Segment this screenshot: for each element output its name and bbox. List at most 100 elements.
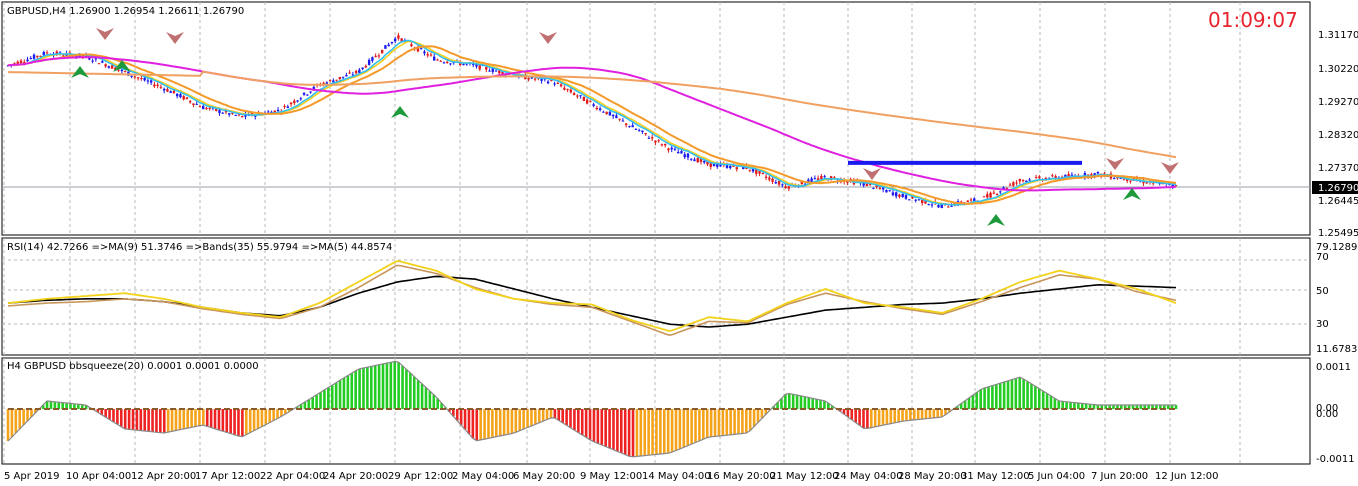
candle-body [595, 107, 599, 110]
candle-body [302, 92, 306, 95]
candle-body [221, 112, 224, 114]
candle-body [182, 96, 185, 100]
candle-body [585, 99, 589, 104]
candle-body [488, 70, 491, 72]
candle-body [110, 65, 114, 69]
current-price-label: 1.26790 [1318, 183, 1358, 194]
candle-body [729, 165, 732, 169]
candle-body [761, 172, 765, 174]
candle-body [156, 84, 159, 87]
time-tick: 17 Apr 12:00 [195, 471, 260, 482]
candle-body [45, 52, 49, 54]
candle-body [576, 95, 579, 97]
squeeze-tick: -0.0011 [1316, 454, 1355, 465]
candle-body [579, 95, 582, 97]
candle-body [986, 194, 989, 198]
candle-body [276, 109, 280, 112]
candle-body [768, 177, 771, 180]
rsi-tick: 30 [1316, 319, 1329, 330]
candle-body [634, 128, 638, 130]
candle-body [1112, 178, 1116, 180]
candle-body [787, 186, 791, 189]
candle-body [908, 199, 911, 201]
candle-body [624, 123, 628, 125]
candle-body [309, 91, 312, 93]
price-tick: 1.30220 [1318, 64, 1358, 75]
candle-body [693, 159, 696, 162]
time-tick: 12 Jun 12:00 [1155, 471, 1219, 482]
main-panel[interactable] [1, 1, 1311, 236]
candle-body [133, 76, 137, 78]
candle-body [393, 38, 397, 42]
candle-body [654, 140, 657, 143]
candle-body [159, 86, 163, 88]
candle-body [185, 97, 189, 100]
time-tick: 5 Jun 04:00 [1028, 471, 1085, 482]
candle-body [664, 143, 667, 146]
candle-body [1051, 175, 1054, 177]
candle-body [390, 42, 394, 44]
candle-body [29, 57, 32, 59]
candle-body [354, 70, 358, 74]
candle-body [296, 100, 299, 102]
candle-body [982, 196, 986, 198]
candle-body [898, 194, 901, 197]
candle-body [1008, 184, 1012, 186]
trading-chart[interactable]: GBPUSD,H4 1.26900 1.26954 1.26611 1.2679… [0, 0, 1358, 486]
time-tick: 7 Jun 20:00 [1091, 471, 1148, 482]
time-tick: 6 May 20:00 [513, 471, 575, 482]
rsi-tick: 11.6783 [1316, 344, 1357, 355]
candle-body [615, 115, 618, 119]
candle-body [621, 120, 625, 122]
candle-body [992, 192, 996, 194]
squeeze-axis: 0.0011 0.00 0.00 -0.0011 [1316, 362, 1355, 465]
time-tick: 29 Apr 12:00 [388, 471, 453, 482]
candle-body [930, 204, 934, 206]
candle-body [677, 151, 680, 154]
candle-body [380, 49, 384, 54]
candle-body [146, 80, 150, 82]
candle-body [602, 111, 605, 113]
candle-body [556, 82, 560, 84]
candle-body [950, 205, 953, 207]
candle-body [1028, 179, 1031, 181]
candle-body [94, 58, 98, 60]
candle-body [172, 90, 176, 93]
candle-body [947, 206, 950, 208]
candle-body [637, 130, 641, 132]
candle-body [335, 79, 338, 81]
candle-body [631, 125, 634, 128]
time-tick: 21 May 12:00 [770, 471, 839, 482]
candle-body [533, 78, 537, 80]
candle-body [140, 78, 143, 80]
candle-body [208, 107, 211, 109]
candle-body [328, 79, 332, 81]
candle-body [166, 89, 169, 92]
squeeze-header: H4 GBPUSD bbsqueeze(20) 0.0001 0.0001 0.… [7, 361, 259, 372]
time-tick: 9 May 12:00 [580, 471, 642, 482]
candle-body [338, 76, 342, 80]
candle-body [969, 199, 973, 201]
candle-body [130, 75, 133, 77]
candle-body [774, 182, 778, 184]
rsi-header: RSI(14) 42.7266 =>MA(9) 51.3746 =>Bands(… [7, 242, 392, 253]
candle-body [592, 104, 595, 106]
candle-body [341, 76, 345, 78]
candle-body [485, 66, 488, 70]
candle-body [228, 113, 231, 115]
candle-body [686, 153, 690, 158]
candle-body [1034, 177, 1038, 179]
candle-body [306, 94, 309, 96]
candle-body [914, 199, 917, 201]
candle-body [904, 195, 908, 199]
rsi-tick: 70 [1316, 252, 1329, 263]
candle-body [885, 190, 888, 193]
squeeze-tick: 0.00 [1316, 409, 1338, 420]
rsi-panel[interactable] [1, 237, 1311, 356]
candle-body [299, 98, 303, 100]
countdown-timer: 01:09:07 [1208, 8, 1298, 32]
candle-body [1012, 182, 1015, 186]
candle-body [442, 62, 446, 64]
squeeze-tick: 0.0011 [1316, 362, 1351, 373]
candle-body [670, 147, 673, 150]
